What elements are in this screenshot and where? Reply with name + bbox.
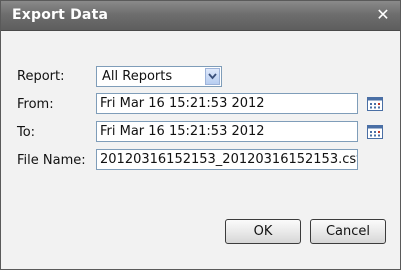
filename-label: File Name: [17,153,86,168]
report-label: Report: [17,69,65,84]
from-label: From: [17,97,54,112]
cancel-button[interactable]: Cancel [310,219,386,244]
dialog-title: Export Data [12,7,109,23]
to-date-input[interactable]: Fri Mar 16 15:21:53 2012 [96,121,358,142]
ok-button[interactable]: OK [225,219,301,244]
calendar-icon[interactable] [367,96,384,112]
chevron-down-icon[interactable] [205,68,220,85]
dialog-titlebar[interactable]: Export Data ✕ [1,1,400,31]
calendar-icon[interactable] [367,124,384,140]
export-data-dialog: Export Data ✕ Report: All Reports From: … [0,0,401,270]
filename-input[interactable]: 20120316152153_20120316152153.csv [96,149,358,170]
from-date-input[interactable]: Fri Mar 16 15:21:53 2012 [96,93,358,114]
report-select-value: All Reports [102,69,173,84]
to-label: To: [17,125,36,140]
report-select[interactable]: All Reports [96,66,222,87]
close-icon[interactable]: ✕ [374,5,392,25]
